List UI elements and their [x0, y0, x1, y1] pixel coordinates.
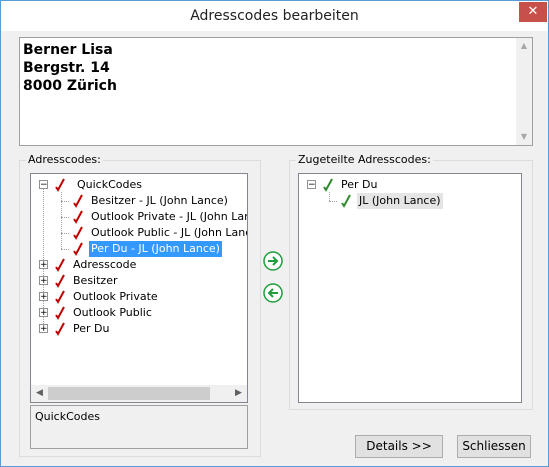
tree-node-label: JL (John Lance) — [357, 193, 443, 209]
tree-node-label: Per Du - JL (John Lance) — [89, 241, 222, 257]
arrow-right-circle-icon[interactable] — [262, 250, 284, 272]
tree-horizontal-scrollbar[interactable]: ◀ ▶ — [31, 385, 247, 402]
expand-icon[interactable]: + — [39, 292, 48, 302]
tree-node-besitzer-jl[interactable]: Besitzer - JL (John Lance) — [31, 193, 247, 209]
address-textbox[interactable]: Berner Lisa Bergstr. 14 8000 Zürich ▲ ▼ — [19, 37, 533, 146]
tree-node-outlook-private-jl[interactable]: Outlook Private - JL (John Lance) — [31, 209, 247, 225]
red-checkmark-icon — [55, 290, 65, 304]
tree-node-per-du[interactable]: + Per Du — [31, 321, 241, 337]
tree-node-quickcodes[interactable]: − QuickCodes — [31, 177, 241, 193]
title-bar: Adresscodes bearbeiten ✕ — [1, 1, 548, 31]
address-line: Berner Lisa — [23, 42, 113, 58]
address-scrollbar[interactable]: ▲ ▼ — [516, 38, 532, 145]
details-button[interactable]: Details >> — [355, 435, 443, 458]
expand-icon[interactable]: + — [39, 308, 48, 318]
scroll-up-icon[interactable]: ▲ — [516, 38, 532, 54]
expand-icon[interactable]: + — [39, 324, 48, 334]
info-text: QuickCodes — [35, 410, 100, 423]
expand-icon[interactable]: + — [39, 260, 48, 270]
tree-node-label: Outlook Private - JL (John Lance) — [91, 210, 247, 223]
tree-node-adresscode[interactable]: + Adresscode — [31, 257, 241, 273]
address-text: Berner Lisa Bergstr. 14 8000 Zürich — [23, 41, 117, 95]
red-checkmark-icon — [55, 274, 65, 288]
adresscodes-label: Adresscodes: — [26, 153, 103, 166]
scrollbar-thumb[interactable] — [48, 387, 210, 400]
tree-node-label: Besitzer - JL (John Lance) — [91, 194, 228, 207]
red-checkmark-icon — [55, 178, 65, 192]
green-checkmark-icon — [323, 178, 333, 192]
tree-node-per-du-assigned[interactable]: − Per Du — [299, 177, 509, 193]
scroll-down-icon[interactable]: ▼ — [516, 129, 532, 145]
scroll-left-icon[interactable]: ◀ — [31, 385, 48, 402]
address-line: Bergstr. 14 — [23, 60, 110, 76]
tree-node-jl-assigned[interactable]: JL (John Lance) — [299, 193, 509, 209]
tree-node-outlook-private[interactable]: + Outlook Private — [31, 289, 241, 305]
selected-code-info: QuickCodes — [30, 405, 248, 449]
red-checkmark-icon — [73, 210, 83, 224]
red-checkmark-icon — [55, 306, 65, 320]
assigned-codes-tree[interactable]: − Per Du JL (John Lance) — [298, 173, 522, 403]
tree-node-label: Per Du — [341, 178, 378, 191]
green-checkmark-icon — [341, 194, 351, 208]
tree-node-label: Outlook Public - JL (John Lance) — [91, 226, 248, 239]
dialog-window: Adresscodes bearbeiten ✕ Berner Lisa Ber… — [0, 0, 549, 467]
tree-node-outlook-public-jl[interactable]: Outlook Public - JL (John Lance) — [31, 225, 247, 241]
red-checkmark-icon — [55, 322, 65, 336]
arrow-left-circle-icon[interactable] — [262, 282, 284, 304]
red-checkmark-icon — [55, 258, 65, 272]
tree-node-label: Per Du — [73, 322, 110, 335]
tree-node-per-du-jl[interactable]: Per Du - JL (John Lance) — [31, 241, 247, 257]
tree-node-besitzer[interactable]: + Besitzer — [31, 273, 241, 289]
tree-node-label: Outlook Private — [73, 290, 158, 303]
window-title: Adresscodes bearbeiten — [190, 8, 359, 24]
collapse-icon[interactable]: − — [307, 180, 316, 190]
expand-icon[interactable]: + — [39, 276, 48, 286]
tree-node-label: QuickCodes — [77, 178, 142, 191]
adresscodes-tree[interactable]: − QuickCodes Besitzer - JL (John Lance) … — [30, 173, 248, 403]
address-line: 8000 Zürich — [23, 78, 117, 94]
collapse-icon[interactable]: − — [39, 180, 48, 190]
tree-node-outlook-public[interactable]: + Outlook Public — [31, 305, 241, 321]
close-dialog-button[interactable]: Schliessen — [457, 435, 531, 458]
scroll-right-icon[interactable]: ▶ — [230, 385, 247, 402]
red-checkmark-icon — [73, 194, 83, 208]
tree-node-label: Besitzer — [73, 274, 118, 287]
red-checkmark-icon — [73, 242, 83, 256]
tree-node-label: Outlook Public — [73, 306, 152, 319]
tree-node-label: Adresscode — [73, 258, 137, 271]
close-button[interactable]: ✕ — [519, 2, 547, 22]
assigned-codes-label: Zugeteilte Adresscodes: — [296, 153, 433, 166]
red-checkmark-icon — [73, 226, 83, 240]
